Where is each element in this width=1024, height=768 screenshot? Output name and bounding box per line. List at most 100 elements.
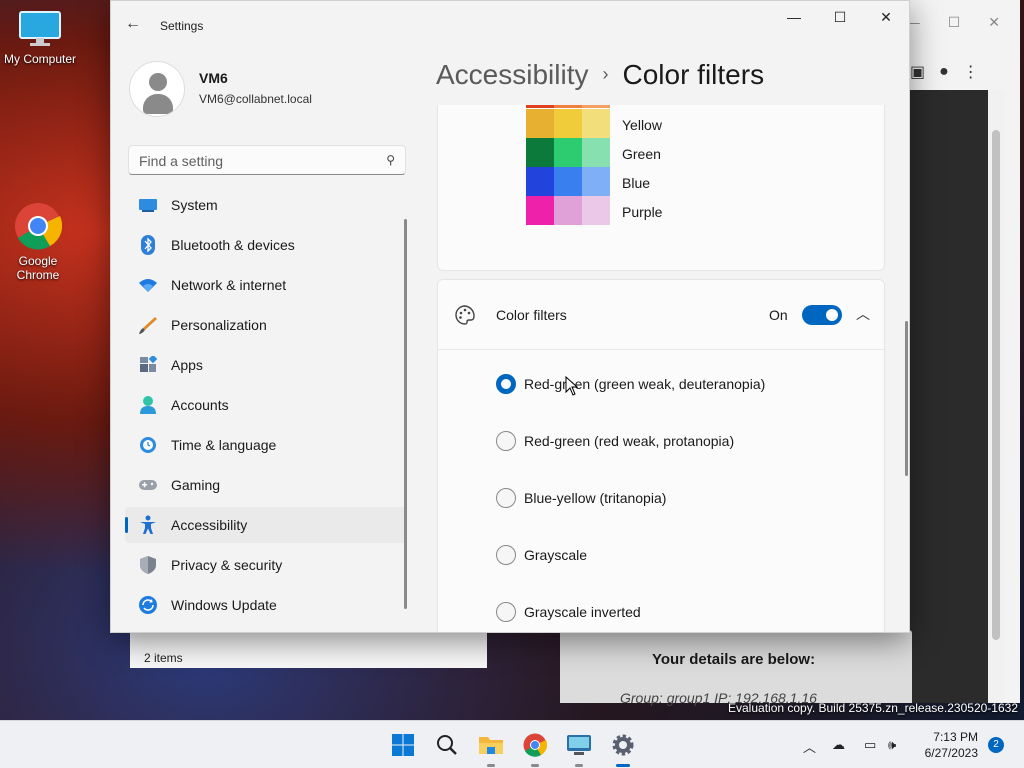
taskbar-remote-app[interactable] [563, 729, 595, 767]
sidebar-item-privacy[interactable]: Privacy & security [125, 547, 407, 583]
swatch-label: Yellow [622, 117, 662, 133]
radio-label: Grayscale [524, 547, 588, 563]
swatch-label: Green [622, 146, 661, 162]
title-bar: ← Settings — ☐ ✕ [111, 1, 909, 49]
minimize-button[interactable]: — [771, 1, 817, 33]
brush-icon [137, 314, 159, 336]
content-scrollbar[interactable] [905, 321, 908, 476]
close-button[interactable]: ✕ [863, 1, 909, 33]
radio-label: Red-green (red weak, protanopia) [524, 433, 735, 449]
content-panel: Yellow Green Blue Purple Color filters O… [437, 105, 887, 632]
network-icon[interactable]: ▭ [864, 737, 876, 753]
desktop-icon-chrome[interactable]: Google Chrome [0, 202, 76, 282]
color-filters-label: Color filters [496, 307, 567, 323]
chrome-icon [14, 202, 63, 250]
toggle-state-label: On [769, 307, 788, 323]
user-profile[interactable]: VM6 VM6@collabnet.local [129, 61, 312, 117]
breadcrumb: Accessibility › Color filters [436, 59, 764, 91]
taskbar: ︿ ☁ ▭ 🕪 7:13 PM 6/27/2023 2 [0, 720, 1024, 768]
desktop-icon-my-computer[interactable]: My Computer [2, 10, 78, 66]
radio-button[interactable] [496, 431, 516, 451]
profile-icon[interactable]: ● [939, 63, 949, 81]
sidebar-item-label: System [171, 197, 218, 213]
back-arrow-icon[interactable]: ← [125, 15, 141, 33]
sidebar-item-network[interactable]: Network & internet [125, 267, 407, 303]
sidebar-item-gaming[interactable]: Gaming [125, 467, 407, 503]
swatch [582, 167, 610, 196]
swatch-label: Blue [622, 175, 651, 191]
sidebar-item-label: Accessibility [171, 517, 248, 533]
chevron-up-icon[interactable]: ︿ [803, 737, 816, 756]
swatch [554, 167, 582, 196]
window-title: Settings [160, 19, 204, 33]
explorer-status: 2 items [144, 651, 183, 665]
swatch-row-yellow [526, 109, 610, 138]
swatch-row-green [526, 138, 610, 167]
evaluation-watermark: Evaluation copy. Build 25375.zn_release.… [728, 701, 1018, 715]
color-preview-card: Yellow Green Blue Purple [437, 105, 885, 271]
swatch [554, 109, 582, 138]
palette-icon [454, 304, 476, 332]
taskbar-settings[interactable] [607, 729, 639, 767]
sidebar-item-label: Privacy & security [171, 557, 283, 573]
radio-grayscale[interactable]: Grayscale [496, 545, 587, 565]
search-input[interactable]: Find a setting ⚲ [128, 145, 406, 175]
taskbar-file-explorer[interactable] [475, 729, 507, 767]
sidebar-item-personalization[interactable]: Personalization [125, 307, 407, 343]
more-menu-icon[interactable]: ⋮ [963, 62, 979, 82]
sidebar-item-accounts[interactable]: Accounts [125, 387, 407, 423]
radio-button[interactable] [496, 602, 516, 622]
onedrive-icon[interactable]: ☁ [832, 737, 845, 753]
start-button[interactable] [387, 729, 419, 761]
sidebar-item-windows-update[interactable]: Windows Update [125, 587, 407, 623]
folder-icon [479, 737, 503, 754]
sidebar-item-accessibility[interactable]: Accessibility [125, 507, 407, 543]
sidebar-nav: System Bluetooth & devices Network & int… [125, 187, 407, 627]
breadcrumb-parent[interactable]: Accessibility [436, 59, 588, 90]
maximize-button[interactable]: ☐ [817, 1, 863, 33]
apps-icon [137, 354, 159, 376]
chevron-up-icon[interactable]: ︿ [856, 304, 870, 324]
update-icon [137, 594, 159, 616]
notification-badge[interactable]: 2 [988, 737, 1004, 753]
radio-button[interactable] [496, 374, 516, 394]
system-icon [137, 194, 159, 216]
gamepad-icon [137, 474, 159, 496]
sidebar-scrollbar[interactable] [404, 219, 407, 609]
windows-logo-icon [392, 734, 414, 756]
clock[interactable]: 7:13 PM 6/27/2023 [920, 729, 978, 761]
radio-deuteranopia[interactable]: Red-green (green weak, deuteranopia) [496, 374, 765, 394]
swatch-row-blue [526, 167, 610, 196]
sidebar-item-label: Bluetooth & devices [171, 237, 295, 253]
page-title: Color filters [622, 59, 765, 90]
sidebar-item-apps[interactable]: Apps [125, 347, 407, 383]
radio-button[interactable] [496, 545, 516, 565]
swatch [526, 138, 554, 167]
volume-icon[interactable]: 🕪 [888, 737, 896, 753]
swatch-row-purple [526, 196, 610, 225]
bluetooth-icon [137, 234, 159, 256]
sidebar-item-label: Windows Update [171, 597, 277, 613]
swatch [582, 196, 610, 225]
radio-protanopia[interactable]: Red-green (red weak, protanopia) [496, 431, 734, 451]
radio-grayscale-inverted[interactable]: Grayscale inverted [496, 602, 641, 622]
sidebar-item-bluetooth[interactable]: Bluetooth & devices [125, 227, 407, 263]
monitor-icon [18, 10, 62, 48]
search-button[interactable] [431, 729, 463, 761]
radio-button[interactable] [496, 488, 516, 508]
sidebar-item-system[interactable]: System [125, 187, 407, 223]
browser-scrollbar[interactable] [988, 90, 1004, 703]
desktop-icon-label: Google Chrome [16, 254, 60, 282]
radio-label: Red-green (green weak, deuteranopia) [524, 376, 766, 392]
color-filters-header[interactable]: Color filters On ︿ [438, 280, 884, 350]
swatch [526, 196, 554, 225]
sidebar-toggle-icon[interactable]: ▣ [910, 62, 925, 82]
radio-label: Grayscale inverted [524, 604, 641, 620]
sidebar-item-label: Personalization [171, 317, 267, 333]
sidebar-item-time-language[interactable]: Time & language [125, 427, 407, 463]
swatch [582, 138, 610, 167]
taskbar-chrome[interactable] [519, 729, 551, 767]
radio-tritanopia[interactable]: Blue-yellow (tritanopia) [496, 488, 666, 508]
color-filters-toggle[interactable] [802, 305, 842, 325]
remote-desktop-icon [567, 735, 591, 755]
